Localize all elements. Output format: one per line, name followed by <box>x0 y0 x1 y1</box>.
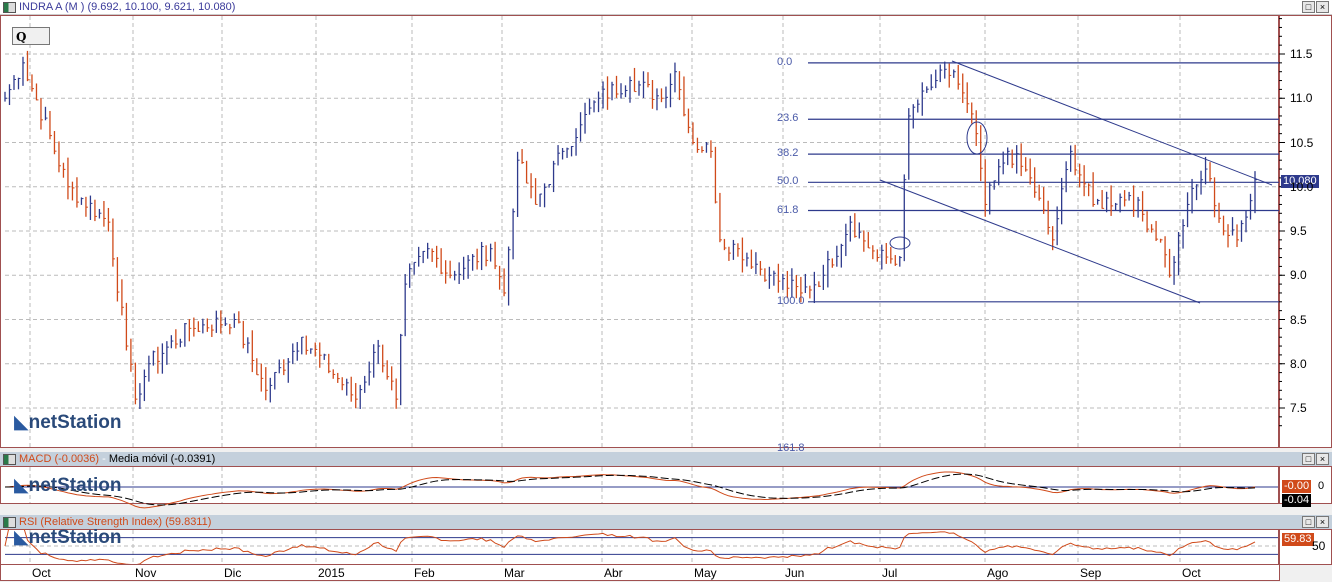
y-tick-label: 10.0 <box>1290 179 1314 194</box>
fib-level-label: 38.2 <box>777 147 799 160</box>
signal-value-tag: -0.04 <box>1282 494 1312 507</box>
logo-text: netStation <box>28 412 122 433</box>
month-label: 2015 <box>318 566 345 580</box>
macd-value-tag: -0.00 <box>1282 480 1312 493</box>
ellipse-annotation <box>889 236 911 250</box>
rsi-maximize-button[interactable]: □ <box>1302 516 1315 528</box>
netstation-logo-macd: ◣netStation <box>14 475 122 496</box>
month-label: Jul <box>882 566 898 580</box>
y-tick-label: 9.0 <box>1290 268 1307 283</box>
y-tick-label: 7.5 <box>1290 401 1307 415</box>
rsi-titlebar: RSI (Relative Strength Index) (59.8311) … <box>0 515 1332 529</box>
y-tick-label: 8.5 <box>1290 312 1307 327</box>
netstation-logo-rsi: ◣netStation <box>14 527 122 548</box>
fib-level-label: 50.0 <box>777 175 799 188</box>
month-label: May <box>694 566 717 580</box>
macd-maximize-button[interactable]: □ <box>1302 453 1315 465</box>
month-label: Feb <box>414 566 435 580</box>
rsi-close-button[interactable]: × <box>1316 516 1329 528</box>
macd-title: MACD (-0.0036) <box>19 453 100 465</box>
rsi-50-label: 50 <box>1312 539 1326 553</box>
month-label: Nov <box>135 566 157 580</box>
month-label: Oct <box>1182 566 1201 580</box>
q-button[interactable]: Q <box>12 27 50 45</box>
month-label: Sep <box>1080 566 1102 580</box>
month-label: Abr <box>604 566 623 580</box>
y-tick-label: 11.5 <box>1290 47 1313 61</box>
y-tick-label: 10.5 <box>1290 135 1314 150</box>
macd-titlebar: MACD (-0.0036) - Media móvil (-0.0391) □… <box>0 452 1332 466</box>
macd-signal-title: Media móvil (-0.0391) <box>108 453 216 465</box>
month-label: Oct <box>32 566 51 580</box>
month-label: Jun <box>785 566 805 580</box>
macd-zero-label: 0 <box>1318 480 1325 492</box>
fib-level-label: 100.0 <box>777 294 805 307</box>
month-label: Ago <box>987 566 1009 580</box>
logo-text: netStation <box>28 475 122 496</box>
fib-level-label: 0.0 <box>777 55 793 68</box>
logo-text: netStation <box>28 527 122 548</box>
macd-window-icon <box>3 454 16 465</box>
macd-close-button[interactable]: × <box>1316 453 1329 465</box>
signal-line <box>4 473 1256 506</box>
price-chart[interactable] <box>0 0 1332 582</box>
title-separator: - <box>99 453 109 465</box>
month-label: Dic <box>224 566 242 580</box>
netstation-logo: ◣netStation <box>14 412 122 433</box>
fib-level-label: 61.8 <box>777 203 799 216</box>
ellipse-annotation <box>966 121 988 155</box>
rsi-line <box>4 524 1256 566</box>
rsi-value-tag: 59.83 <box>1282 533 1314 546</box>
y-tick-label: 8.0 <box>1290 356 1307 371</box>
month-label: Mar <box>504 566 525 580</box>
y-tick-label: 9.5 <box>1290 224 1307 238</box>
fib-level-label: 23.6 <box>777 112 799 125</box>
y-tick-label: 11.0 <box>1290 91 1313 106</box>
